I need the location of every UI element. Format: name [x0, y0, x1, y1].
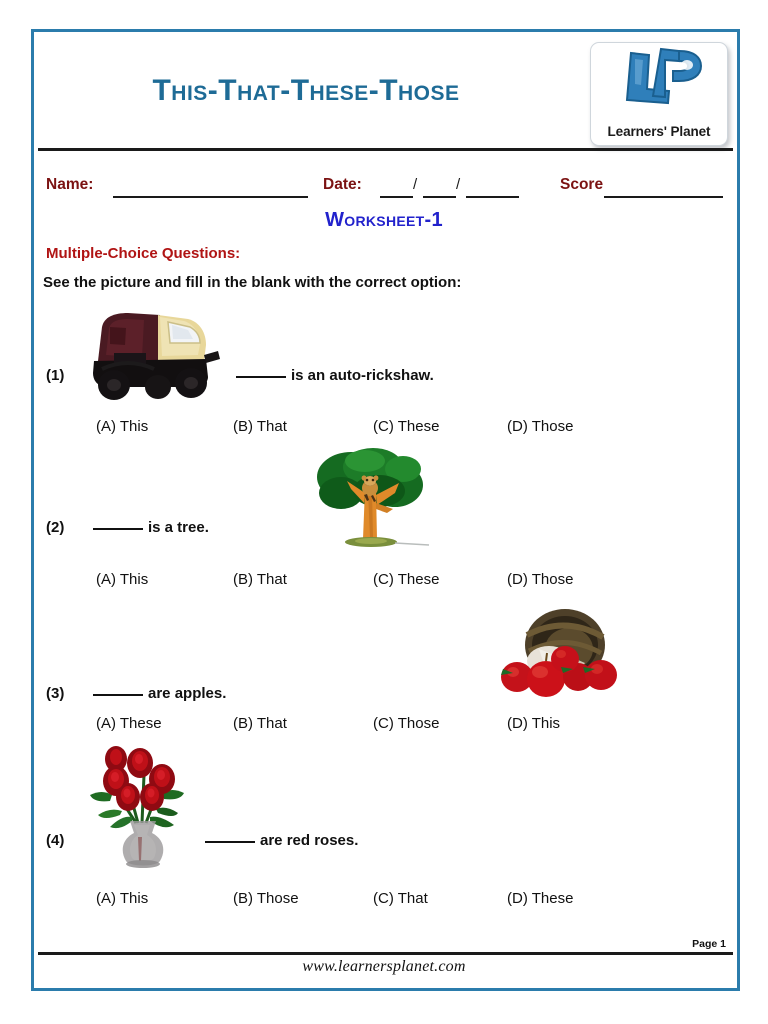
header-divider — [38, 148, 733, 151]
apples-basket-image — [501, 609, 617, 697]
score-label: Score — [560, 176, 604, 193]
section-heading: Multiple-Choice Questions: — [46, 245, 241, 262]
answer-blank[interactable] — [236, 376, 286, 378]
option-c[interactable]: (C) These — [373, 418, 439, 435]
option-b[interactable]: (B) That — [233, 715, 287, 732]
option-a[interactable]: (A) These — [96, 715, 162, 732]
option-d[interactable]: (D) Those — [507, 418, 573, 435]
option-d[interactable]: (D) Those — [507, 571, 573, 588]
brand-logo-text: Learners' Planet — [607, 124, 711, 139]
question-text: is an auto-rickshaw. — [236, 367, 434, 384]
auto-rickshaw-image — [93, 313, 220, 400]
answer-blank[interactable] — [93, 528, 143, 530]
footer-divider — [38, 952, 733, 955]
date-month-input[interactable] — [423, 196, 456, 198]
question-text: are apples. — [93, 685, 226, 702]
option-a[interactable]: (A) This — [96, 890, 148, 907]
tree-image — [317, 448, 430, 547]
date-separator-2: / — [456, 176, 461, 193]
website-url[interactable]: www.learnersplanet.com — [0, 958, 768, 976]
option-a[interactable]: (A) This — [96, 571, 148, 588]
page-number: Page 1 — [692, 938, 726, 950]
option-d[interactable]: (D) These — [507, 890, 573, 907]
date-separator-1: / — [413, 176, 418, 193]
worksheet-page: This-That-These-Those Learners' Planet N… — [0, 0, 768, 1024]
option-c[interactable]: (C) Those — [373, 715, 439, 732]
date-day-input[interactable] — [380, 196, 413, 198]
option-b[interactable]: (B) Those — [233, 890, 299, 907]
name-input[interactable] — [113, 196, 308, 198]
instruction-text: See the picture and fill in the blank wi… — [43, 274, 462, 291]
question-number: (2) — [46, 519, 65, 536]
brand-logo: Learners' Planet — [590, 42, 728, 146]
lp-monogram-icon — [625, 47, 703, 105]
student-info-row: Name: Date: / / Score — [0, 176, 768, 202]
option-b[interactable]: (B) That — [233, 418, 287, 435]
option-b[interactable]: (B) That — [233, 571, 287, 588]
question-text: is a tree. — [93, 519, 209, 536]
page-title: This-That-These-Those — [152, 74, 460, 107]
score-input[interactable] — [604, 196, 723, 198]
question-number: (4) — [46, 832, 65, 849]
question-number: (3) — [46, 685, 65, 702]
date-year-input[interactable] — [466, 196, 519, 198]
option-a[interactable]: (A) This — [96, 418, 148, 435]
option-c[interactable]: (C) These — [373, 571, 439, 588]
date-label: Date: — [323, 176, 362, 193]
answer-blank[interactable] — [205, 841, 255, 843]
option-d[interactable]: (D) This — [507, 715, 560, 732]
answer-blank[interactable] — [93, 694, 143, 696]
option-c[interactable]: (C) That — [373, 890, 428, 907]
worksheet-subtitle: Worksheet-1 — [325, 209, 443, 231]
red-roses-vase-image — [90, 746, 184, 868]
question-text: are red roses. — [205, 832, 358, 849]
question-number: (1) — [46, 367, 65, 384]
name-label: Name: — [46, 176, 94, 193]
